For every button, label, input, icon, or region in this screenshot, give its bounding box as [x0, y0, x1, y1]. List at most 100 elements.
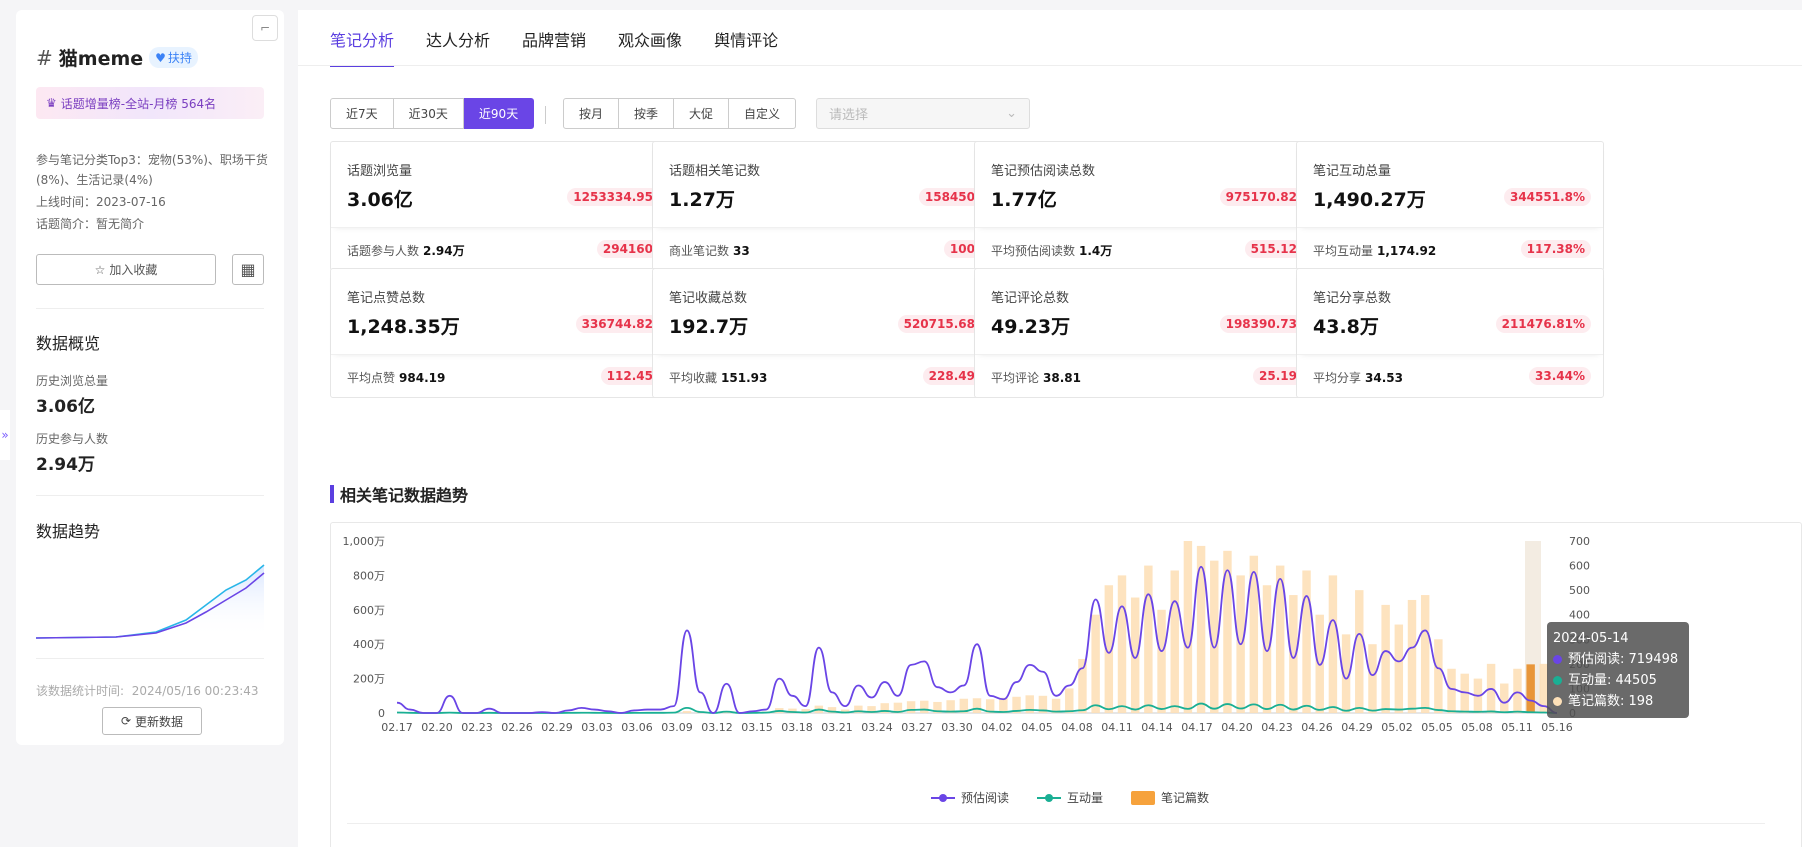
metric-sub-label: 话题参与人数: [347, 244, 420, 258]
chart-legend: 预估阅读 互动量 笔记篇数: [931, 789, 1209, 806]
chevron-down-icon: ⌄: [1006, 106, 1017, 121]
bar-notes: [682, 711, 692, 713]
y-left-tick-label: 200万: [353, 673, 385, 686]
metric-sub-label: 平均评论: [991, 371, 1040, 385]
range-30d-button[interactable]: 近30天: [393, 98, 464, 129]
metric-change-badge: 344551.8%: [1503, 188, 1591, 206]
x-tick-label: 04.17: [1181, 721, 1213, 734]
x-tick-label: 05.02: [1381, 721, 1413, 734]
divider: [36, 495, 264, 496]
chart-section-title: 相关笔记数据趋势: [330, 482, 468, 506]
x-tick-label: 05.16: [1541, 721, 1573, 734]
period-month-button[interactable]: 按月: [563, 98, 620, 129]
legend-read-label: 预估阅读: [961, 791, 1010, 805]
tab-kol-analysis[interactable]: 达人分析: [426, 27, 490, 67]
star-icon: ☆: [94, 262, 106, 277]
notes-dot-icon: [1553, 697, 1562, 706]
bar-notes: [1328, 575, 1338, 713]
chart-tooltip: 2024-05-14 预估阅读: 719498 互动量: 44505 笔记篇数:…: [1547, 622, 1689, 718]
tab-audience-profile[interactable]: 观众画像: [618, 27, 682, 67]
x-tick-label: 05.08: [1461, 721, 1493, 734]
bar-notes: [1157, 609, 1166, 713]
range-7d-button[interactable]: 近7天: [330, 98, 394, 129]
y-right-tick-label: 500: [1569, 584, 1590, 597]
add-favorite-button[interactable]: ☆ 加入收藏: [36, 254, 216, 285]
period-custom-button[interactable]: 自定义: [729, 98, 797, 129]
bar-notes: [1315, 614, 1324, 713]
select-placeholder: 请选择: [829, 108, 869, 123]
tab-brand-marketing[interactable]: 品牌营销: [522, 27, 586, 67]
metric-sub-value: 38.81: [1043, 371, 1081, 385]
collapse-icon[interactable]: ⌐: [252, 15, 278, 41]
legend-interact-label: 互动量: [1067, 791, 1104, 805]
y-left-tick-label: 0: [378, 707, 385, 720]
range-90d-button[interactable]: 近90天: [463, 98, 535, 129]
period-quarter-button[interactable]: 按季: [619, 98, 675, 129]
heart-icon: ♥: [155, 50, 166, 65]
period-promo-button[interactable]: 大促: [674, 98, 730, 129]
metric-sub-value: 151.93: [721, 371, 768, 385]
metric-sub-label: 平均预估阅读数: [991, 244, 1076, 258]
support-label: 扶持: [167, 51, 192, 65]
x-tick-label: 05.05: [1421, 721, 1453, 734]
bar-notes: [1170, 570, 1179, 713]
legend-notes[interactable]: 笔记篇数: [1131, 789, 1209, 806]
update-data-button[interactable]: ⟳ 更新数据: [102, 707, 202, 735]
rank-banner[interactable]: ♛ 话题增量榜-全站-月榜 564名: [36, 87, 264, 119]
bar-notes: [1091, 614, 1100, 713]
trend-chart: 1,000万800万600万400万200万070060050040030020…: [330, 522, 1802, 847]
x-tick-label: 04.14: [1141, 721, 1173, 734]
metric-sub-label: 平均互动量: [1313, 244, 1374, 258]
bar-notes: [1183, 541, 1193, 713]
tooltip-notes: 笔记篇数: 198: [1568, 694, 1654, 709]
qrcode-button[interactable]: ▦: [232, 254, 264, 285]
bar-notes: [1144, 565, 1153, 713]
metric-sub: 平均分享 34.53: [1313, 369, 1403, 386]
divider: [347, 823, 1765, 824]
period-select[interactable]: 请选择 ⌄: [816, 98, 1030, 129]
x-tick-label: 03.30: [941, 721, 973, 734]
support-badge: ♥ 扶持: [149, 47, 198, 68]
metric-card: 话题浏览量 3.06亿 1253334.95% 话题参与人数 2.94万 294160%: [330, 141, 684, 271]
tab-sentiment[interactable]: 舆情评论: [714, 27, 778, 67]
expand-icon[interactable]: »: [0, 410, 10, 460]
metric-card: 笔记预估阅读总数 1.77亿 975170.82% 平均预估阅读数 1.4万 515.12…: [974, 141, 1328, 271]
category-top3: 参与笔记分类Top3：宠物(53%)、职场干货(8%)、生活记录(4%): [36, 153, 268, 187]
bar-notes: [920, 700, 929, 713]
hash-icon: #: [36, 45, 53, 70]
stat-time-label: 该数据统计时间:: [36, 684, 125, 698]
stat-time-value: 2024/05/16 00:23:43: [131, 684, 259, 698]
bar-notes: [1368, 644, 1377, 713]
crown-icon: ♛: [46, 96, 57, 110]
metric-value: 192.7万: [669, 316, 749, 338]
tooltip-interact: 互动量: 44505: [1568, 673, 1657, 688]
metric-sub-value: 34.53: [1365, 371, 1403, 385]
y-right-tick-label: 600: [1569, 560, 1590, 573]
legend-read[interactable]: 预估阅读: [931, 789, 1009, 806]
x-tick-label: 02.17: [381, 721, 413, 734]
metric-value: 1,248.35万: [347, 316, 460, 338]
divider: [36, 658, 264, 659]
x-tick-label: 03.18: [781, 721, 813, 734]
metric-label: 话题浏览量: [347, 164, 413, 179]
hist-views-label: 历史浏览总量: [36, 374, 109, 388]
bar-notes: [1262, 585, 1272, 713]
topic-sidebar: ⌐ # 猫meme ♥ 扶持 ♛ 话题增量榜-全站-月榜 564名 参与笔记分类T…: [16, 10, 284, 745]
legend-interact[interactable]: 互动量: [1037, 789, 1103, 806]
metric-sub: 话题参与人数 2.94万: [347, 242, 465, 259]
metric-sub-change-badge: 117.38%: [1520, 240, 1591, 258]
tab-note-analysis[interactable]: 笔记分析: [330, 27, 395, 67]
bar-notes: [1117, 575, 1127, 713]
x-tick-label: 03.09: [661, 721, 693, 734]
metric-sub-label: 平均分享: [1313, 371, 1362, 385]
x-tick-label: 04.02: [981, 721, 1013, 734]
metric-value: 49.23万: [991, 316, 1071, 338]
x-tick-label: 04.08: [1061, 721, 1093, 734]
metric-sub: 平均点赞 984.19: [347, 369, 445, 386]
update-label: 更新数据: [135, 714, 184, 729]
bar-notes: [1500, 683, 1509, 713]
x-tick-label: 04.20: [1221, 721, 1253, 734]
metric-label: 笔记预估阅读总数: [991, 164, 1096, 179]
bar-notes: [1394, 624, 1404, 713]
metric-sub-label: 平均点赞: [347, 371, 396, 385]
